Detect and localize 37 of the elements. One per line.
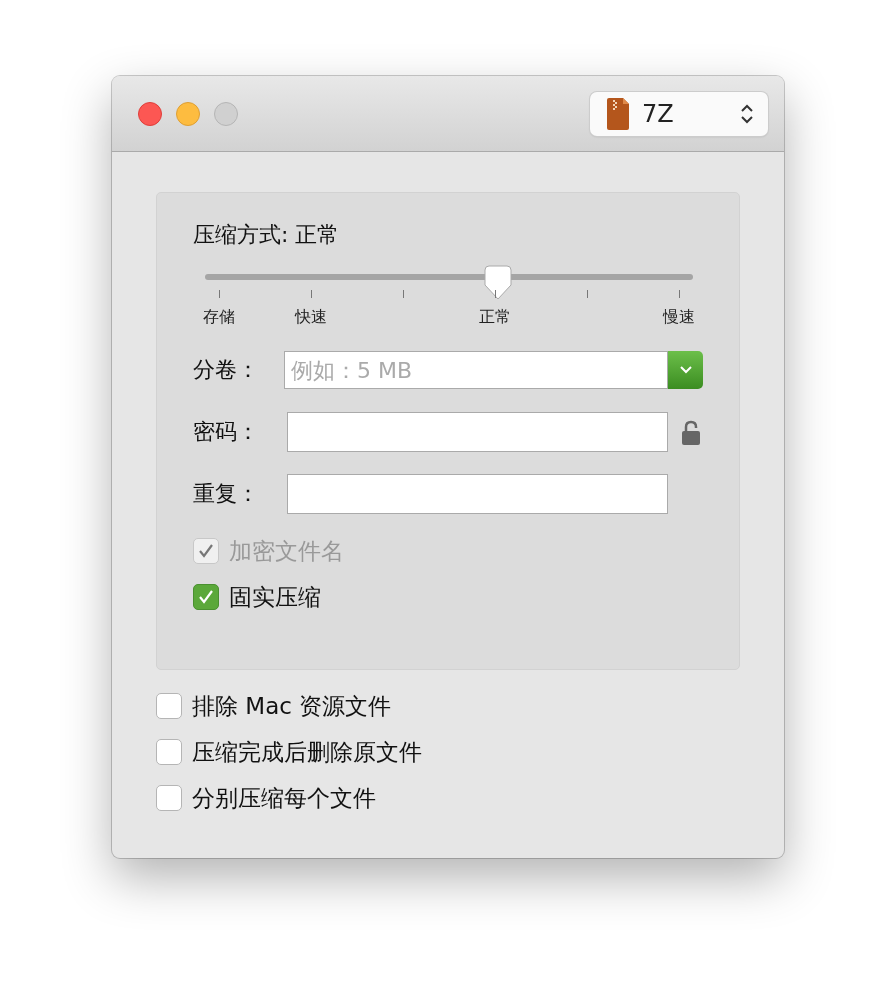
close-button[interactable] [138,101,162,126]
tick-label: 存储 [203,307,235,328]
slider[interactable] [205,265,693,301]
tick-mark [310,290,312,298]
chevron-updown-icon [740,102,754,125]
slider-thumb[interactable] [483,265,512,301]
tick-mark [494,290,496,298]
minimize-button[interactable] [176,101,200,126]
chevron-down-icon [679,366,692,374]
tick-mark [402,290,404,298]
tick-label: 快速 [295,307,327,328]
archive-file-icon [606,97,630,130]
password-field[interactable] [287,412,668,452]
checkbox-label: 固实压缩 [229,582,321,612]
repeat-password-field[interactable] [287,474,668,514]
volume-size-field[interactable]: 例如：5 MB [284,351,668,389]
checkmark-icon [198,589,214,605]
checkbox-label: 分别压缩每个文件 [192,783,376,813]
format-popup[interactable]: 7Z [590,91,768,136]
checkbox-label: 加密文件名 [229,536,344,566]
compression-heading: 压缩方式: 正常 [193,221,341,249]
checkbox[interactable] [193,584,219,610]
checkbox[interactable] [156,693,182,719]
tick-mark [218,290,220,298]
tick-mark [586,290,588,298]
tick-label: 正常 [479,307,511,328]
checkbox-label: 排除 Mac 资源文件 [192,691,392,721]
checkbox-label: 压缩完成后删除原文件 [192,737,422,767]
tick-label: 慢速 [663,307,695,328]
checkmark-icon [198,543,214,559]
dropdown-button[interactable] [668,351,703,389]
field-label: 分卷： [193,356,260,384]
tick-mark [678,290,680,298]
checkbox[interactable] [156,739,182,765]
field-label: 密码： [193,418,260,446]
field-label: 重复： [193,480,260,508]
checkbox[interactable] [156,785,182,811]
